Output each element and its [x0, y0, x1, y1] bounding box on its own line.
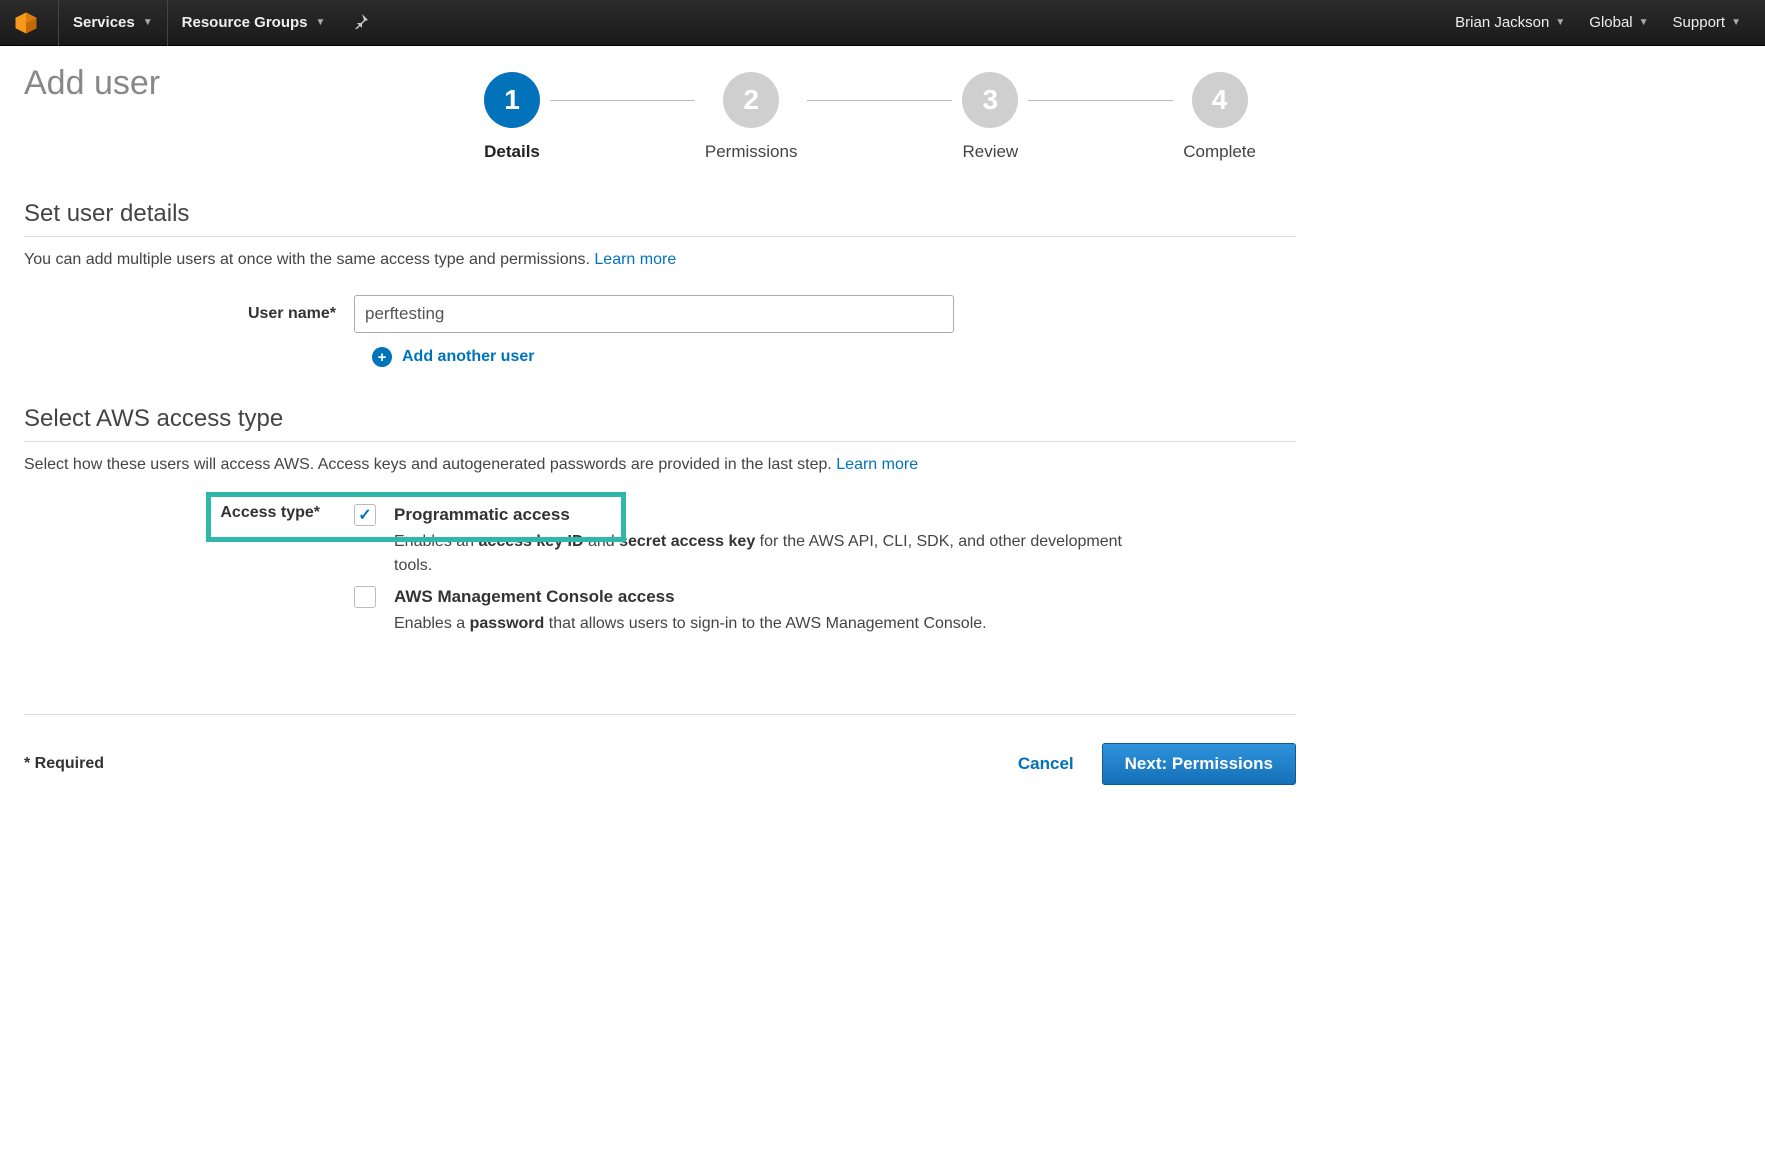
nav-account[interactable]: Brian Jackson ▼: [1443, 0, 1577, 46]
chevron-down-icon: ▼: [316, 17, 326, 28]
next-permissions-button[interactable]: Next: Permissions: [1102, 743, 1296, 785]
step-label: Complete: [1183, 142, 1256, 162]
step-number: 3: [962, 72, 1018, 128]
top-nav: Services ▼ Resource Groups ▼ Brian Jacks…: [0, 0, 1765, 46]
learn-more-link[interactable]: Learn more: [594, 251, 676, 268]
nav-region-label: Global: [1589, 14, 1632, 31]
page-title: Add user: [24, 64, 444, 103]
section-user-details-desc: You can add multiple users at once with …: [24, 251, 1296, 269]
section-user-details-title: Set user details: [24, 200, 1296, 237]
step-label: Review: [962, 142, 1018, 162]
wizard-step-review[interactable]: 3 Review: [952, 72, 1028, 162]
nav-services-label: Services: [73, 14, 135, 31]
chevron-down-icon: ▼: [143, 17, 153, 28]
nav-resource-groups[interactable]: Resource Groups ▼: [167, 0, 340, 46]
add-another-user-button[interactable]: + Add another user: [372, 347, 1296, 367]
footer: * Required Cancel Next: Permissions: [24, 743, 1296, 785]
main-content: Add user 1 Details 2 Permissions 3 Revie…: [0, 46, 1320, 803]
chevron-down-icon: ▼: [1555, 17, 1565, 28]
step-number: 4: [1192, 72, 1248, 128]
nav-region[interactable]: Global ▼: [1577, 0, 1660, 46]
step-number: 2: [723, 72, 779, 128]
add-another-label: Add another user: [402, 348, 534, 366]
cancel-button[interactable]: Cancel: [1000, 744, 1092, 784]
chevron-down-icon: ▼: [1639, 17, 1649, 28]
nav-account-label: Brian Jackson: [1455, 14, 1549, 31]
console-access-title: AWS Management Console access: [394, 587, 675, 607]
username-row: User name*: [24, 295, 1296, 333]
access-option-programmatic: Programmatic access Enables an access ke…: [354, 504, 1296, 578]
programmatic-access-title: Programmatic access: [394, 505, 570, 525]
wizard-step-details[interactable]: 1 Details: [474, 72, 550, 162]
section-access-type-title: Select AWS access type: [24, 405, 1296, 442]
nav-support[interactable]: Support ▼: [1661, 0, 1753, 46]
wizard-step-permissions[interactable]: 2 Permissions: [695, 72, 808, 162]
step-number: 1: [484, 72, 540, 128]
console-access-checkbox[interactable]: [354, 586, 376, 608]
username-input[interactable]: [354, 295, 954, 333]
step-label: Permissions: [705, 142, 798, 162]
access-option-console: AWS Management Console access Enables a …: [354, 586, 1296, 636]
section-access-type-desc: Select how these users will access AWS. …: [24, 456, 1296, 474]
required-note: * Required: [24, 755, 104, 773]
username-label: User name*: [24, 305, 354, 323]
programmatic-access-desc: Enables an access key ID and secret acce…: [394, 530, 1154, 578]
learn-more-link[interactable]: Learn more: [836, 456, 918, 473]
plus-circle-icon: +: [372, 347, 392, 367]
nav-services[interactable]: Services ▼: [58, 0, 167, 46]
console-access-desc: Enables a password that allows users to …: [394, 612, 1154, 636]
wizard-step-complete[interactable]: 4 Complete: [1173, 72, 1266, 162]
section-desc-text: You can add multiple users at once with …: [24, 251, 590, 268]
chevron-down-icon: ▼: [1731, 17, 1741, 28]
wizard-steps: 1 Details 2 Permissions 3 Review 4 Compl…: [444, 64, 1296, 162]
pin-icon[interactable]: [339, 13, 383, 33]
wizard-connector: [514, 100, 1226, 101]
step-label: Details: [484, 142, 540, 162]
nav-support-label: Support: [1673, 14, 1726, 31]
nav-resource-groups-label: Resource Groups: [182, 14, 308, 31]
section-desc-text: Select how these users will access AWS. …: [24, 456, 832, 473]
programmatic-access-checkbox[interactable]: [354, 504, 376, 526]
footer-separator: [24, 714, 1296, 715]
access-type-label: Access type*: [220, 504, 338, 521]
aws-logo-icon[interactable]: [12, 9, 40, 37]
